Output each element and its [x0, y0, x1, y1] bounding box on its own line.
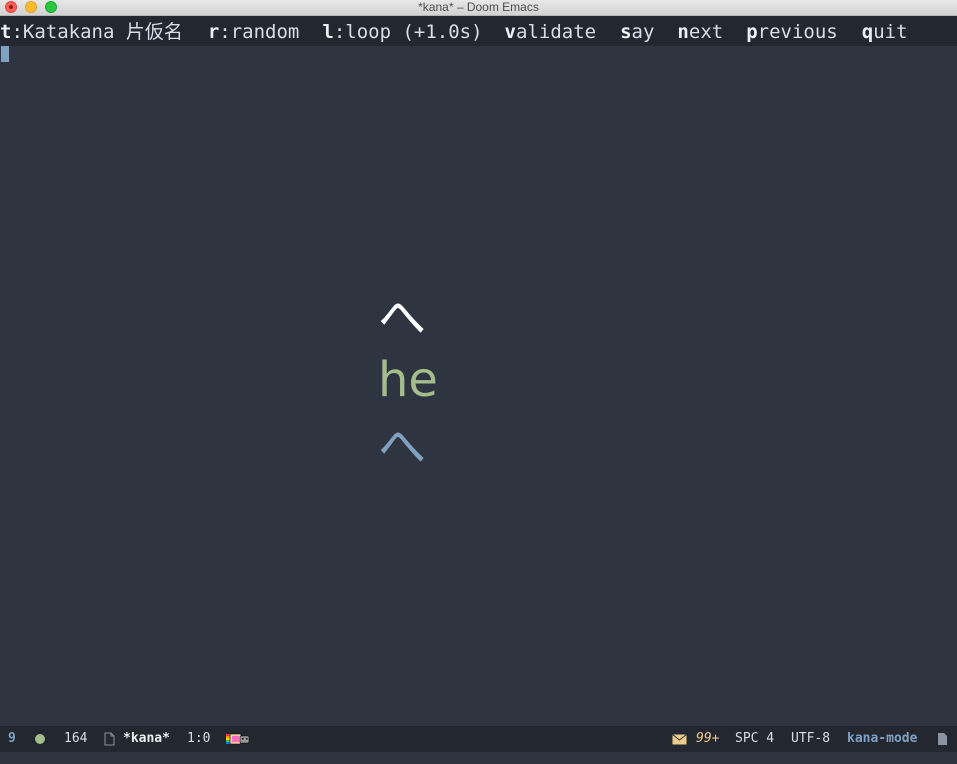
header-item-next[interactable]: next	[677, 21, 723, 43]
window-title: *kana* – Doom Emacs	[418, 0, 539, 14]
nyan-cat-icon	[226, 733, 250, 745]
header-item-random[interactable]: r:random	[208, 21, 300, 43]
mail-icon[interactable]	[672, 734, 687, 745]
buffer-name[interactable]: *kana*	[123, 726, 170, 752]
kana-header-line: t:Katakana 片仮名 r:random l:loop (+1.0s) vali…	[0, 16, 957, 46]
encoding-info[interactable]: UTF-8	[791, 726, 830, 752]
kana-answer: へ	[378, 419, 427, 475]
header-item-say[interactable]: say	[620, 21, 654, 43]
kana-romaji: he	[378, 352, 438, 408]
kana-character: へ	[378, 290, 427, 346]
header-item-quit[interactable]: quit	[862, 21, 908, 43]
indent-info[interactable]: SPC 4	[735, 726, 774, 752]
header-item-loop[interactable]: l:loop (+1.0s)	[322, 21, 482, 43]
green-circle-icon	[35, 734, 45, 744]
window-number: 9	[8, 731, 16, 746]
major-mode[interactable]: kana-mode	[847, 726, 917, 752]
mode-line: 9 164 *kana* 1:0 99+ SPC 4 UTF-8 kana-mo…	[0, 726, 957, 752]
file-icon	[104, 732, 115, 746]
header-item-previous[interactable]: previous	[746, 21, 838, 43]
cursor-position: 1:0	[187, 731, 211, 746]
file-icon	[938, 733, 947, 745]
echo-area	[0, 752, 957, 764]
buffer-size: 164	[64, 731, 88, 746]
header-item-toggle[interactable]: t:Katakana 片仮名	[0, 21, 183, 43]
header-item-validate[interactable]: validate	[505, 21, 597, 43]
emacs-window: *kana* – Doom Emacs t:Katakana 片仮名 r:rand…	[0, 0, 957, 764]
mail-count[interactable]: 99+	[696, 726, 719, 752]
text-cursor	[1, 46, 9, 62]
title-bar: *kana* – Doom Emacs	[0, 0, 957, 16]
